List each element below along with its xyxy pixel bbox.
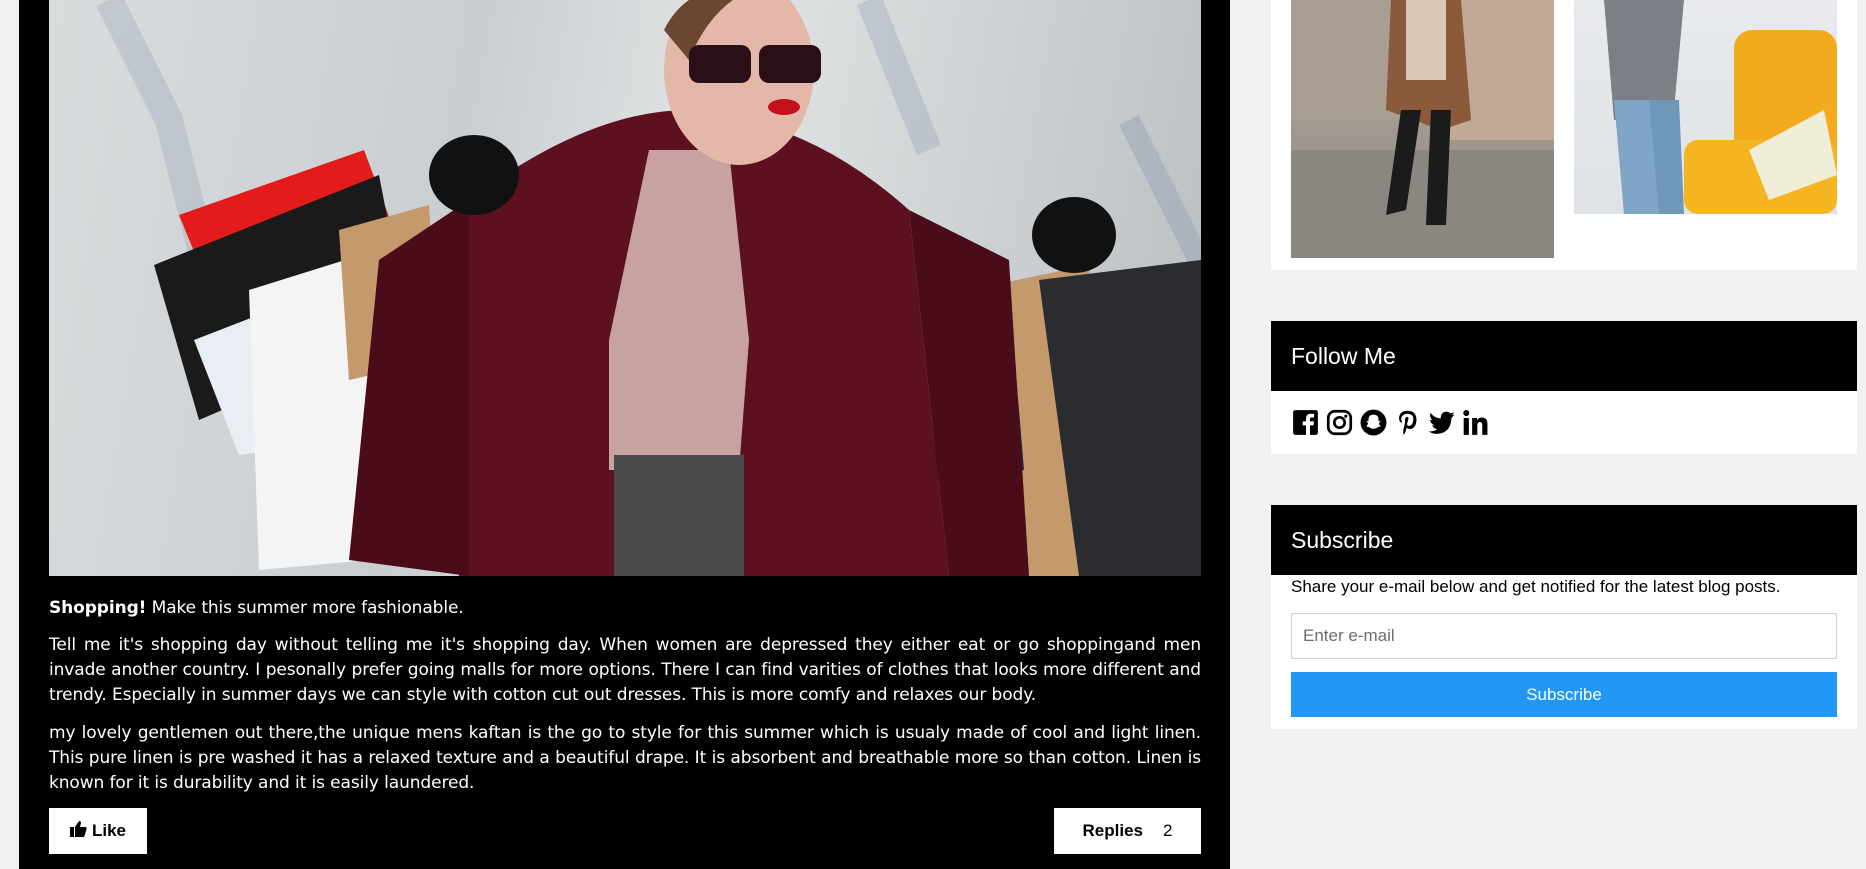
pinterest-icon[interactable] — [1393, 408, 1422, 437]
like-label: Like — [91, 821, 127, 840]
subscribe-widget: Subscribe Share your e-mail below and ge… — [1271, 505, 1857, 729]
twitter-icon[interactable] — [1427, 408, 1456, 437]
follow-me-widget: Follow Me — [1271, 321, 1857, 454]
post-lead: Shopping! Make this summer more fashiona… — [49, 596, 1201, 621]
subscribe-button[interactable]: Subscribe — [1291, 672, 1837, 717]
street-fashion-photo[interactable] — [1291, 0, 1554, 258]
replies-button[interactable]: Replies 2 — [1054, 808, 1201, 854]
follow-me-title: Follow Me — [1271, 321, 1857, 391]
chair-fashion-photo[interactable] — [1574, 0, 1837, 214]
linkedin-icon[interactable] — [1461, 408, 1490, 437]
thumbs-up-icon — [69, 820, 87, 842]
post-lead-bold: Shopping! — [49, 598, 147, 618]
social-icons — [1291, 408, 1490, 437]
replies-count: 2 — [1163, 821, 1173, 840]
snapchat-icon[interactable] — [1359, 408, 1388, 437]
blog-post-card: Shopping! Make this summer more fashiona… — [19, 0, 1230, 869]
post-lead-text: Make this summer more fashionable. — [146, 598, 464, 618]
replies-label: Replies — [1082, 821, 1143, 840]
subscribe-title: Subscribe — [1271, 505, 1857, 575]
post-paragraph-2: my lovely gentlemen out there,the unique… — [49, 723, 1201, 793]
subscribe-description: Share your e-mail below and get notified… — [1291, 577, 1781, 596]
like-button[interactable]: Like — [49, 808, 147, 854]
facebook-icon[interactable] — [1291, 408, 1320, 437]
popular-posts-photos — [1271, 0, 1857, 270]
instagram-icon[interactable] — [1325, 408, 1354, 437]
hero-image — [49, 0, 1201, 576]
post-paragraph-1: Tell me it's shopping day without tellin… — [49, 635, 1201, 705]
email-input[interactable] — [1291, 613, 1837, 659]
